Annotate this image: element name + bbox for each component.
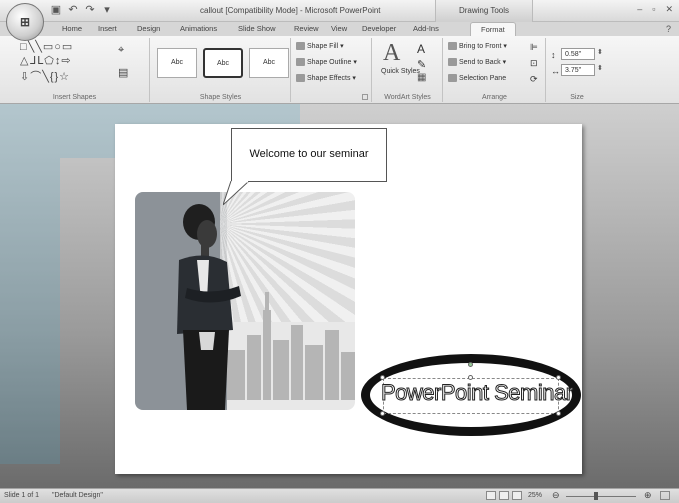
quick-styles-button[interactable]: Quick Styles	[381, 68, 420, 75]
shape-styles-launcher-icon[interactable]	[362, 94, 368, 100]
undo-icon[interactable]: ↶	[67, 4, 79, 16]
close-icon[interactable]: ✕	[665, 4, 673, 15]
align-icon[interactable]: ⊫	[530, 42, 538, 53]
slide-sorter-icon[interactable]	[499, 491, 509, 500]
design-name: "Default Design"	[52, 492, 103, 499]
height-spinner-icon[interactable]: ⬍	[597, 48, 603, 56]
size-label: Size	[570, 94, 584, 101]
shapes-row-3-icon[interactable]: ⇩⌒╲{}☆	[20, 68, 70, 84]
zoom-in-icon[interactable]: ⊕	[644, 490, 652, 501]
ribbon-tabs: Home Insert Design Animations Slide Show…	[0, 22, 679, 36]
slide-canvas[interactable]: Welcome to our seminar PowerPoint Semina…	[115, 124, 582, 474]
size-group: ↕ 0.58" ⬍ ↔ 3.75" ⬍ Size	[547, 38, 607, 102]
wordart-a-icon[interactable]: A	[383, 40, 400, 67]
tab-slide-show[interactable]: Slide Show	[238, 24, 276, 33]
zoom-slider[interactable]	[566, 496, 636, 497]
help-icon[interactable]: ?	[666, 24, 671, 34]
rotate-icon[interactable]: ⟳	[530, 74, 538, 85]
shapes-row-2-icon[interactable]: △ᒧᒪ⬠↕⇨	[20, 54, 72, 67]
window-controls: – ▫ ✕	[637, 4, 673, 15]
zoom-slider-thumb[interactable]	[594, 492, 598, 500]
shape-height-field[interactable]: 0.58"	[561, 48, 595, 60]
tab-format[interactable]: Format	[470, 22, 516, 36]
minimize-icon[interactable]: –	[637, 4, 642, 15]
bring-front-icon	[448, 42, 457, 51]
wordart-styles-label: WordArt Styles	[384, 94, 431, 101]
tab-design[interactable]: Design	[137, 24, 160, 33]
paint-bucket-icon	[296, 42, 305, 51]
shape-width-field[interactable]: 3.75"	[561, 64, 595, 76]
title-bar: ▣ ↶ ↷ ▾ callout [Compatibility Mode] - M…	[0, 0, 679, 22]
arrange-group: Bring to Front ▾ Send to Back ▾ Selectio…	[444, 38, 546, 102]
selection-pane-button[interactable]: Selection Pane	[448, 74, 506, 82]
clipart-picture[interactable]	[135, 192, 355, 410]
shape-styles-label: Shape Styles	[199, 94, 242, 101]
shape-style-1[interactable]: Abc	[157, 48, 197, 78]
effects-icon	[296, 74, 305, 83]
ribbon: □╲╲▭○▭ △ᒧᒪ⬠↕⇨ ⇩⌒╲{}☆ ⌖ ▤ Insert Shapes A…	[0, 36, 679, 104]
text-outline-icon[interactable]: ✎	[417, 58, 426, 71]
drawing-tools-label: Drawing Tools	[435, 0, 533, 22]
send-to-back-button[interactable]: Send to Back ▾	[448, 58, 506, 67]
slide-counter: Slide 1 of 1	[4, 492, 40, 499]
width-spinner-icon[interactable]: ⬍	[597, 64, 603, 72]
shape-style-2[interactable]: Abc	[203, 48, 243, 78]
tab-add-ins[interactable]: Add-Ins	[413, 24, 439, 33]
shapes-row-1-icon[interactable]: □╲╲▭○▭	[20, 40, 73, 53]
tab-insert[interactable]: Insert	[98, 24, 117, 33]
tab-view[interactable]: View	[331, 24, 347, 33]
bring-to-front-button[interactable]: Bring to Front ▾	[448, 42, 507, 51]
redo-icon[interactable]: ↷	[84, 4, 96, 16]
wordart-styles-group: A Quick Styles A ✎ ▦ WordArt Styles	[373, 38, 443, 102]
quick-access-toolbar: ▣ ↶ ↷ ▾	[50, 4, 113, 16]
rotate-handle[interactable]	[468, 362, 473, 367]
callout-tail	[223, 181, 250, 205]
tab-animations[interactable]: Animations	[180, 24, 217, 33]
tab-review[interactable]: Review	[294, 24, 319, 33]
fit-slide-icon[interactable]	[660, 491, 670, 500]
callout-text[interactable]: Welcome to our seminar	[232, 129, 386, 181]
slide-workspace: Welcome to our seminar PowerPoint Semina…	[0, 104, 679, 488]
resize-handle-sw[interactable]	[380, 411, 385, 416]
shape-fill-button[interactable]: Shape Fill ▾	[296, 42, 344, 51]
height-icon: ↕	[551, 50, 556, 60]
edit-shape-icon[interactable]: ⌖	[118, 44, 125, 57]
shape-styles-group: Abc Abc Abc Shape Styles	[151, 38, 291, 102]
office-logo-icon: ⊞	[19, 15, 31, 29]
save-icon[interactable]: ▣	[50, 4, 62, 16]
callout-shape[interactable]: Welcome to our seminar	[231, 128, 387, 182]
zoom-out-icon[interactable]: ⊖	[552, 490, 560, 501]
window-title: callout [Compatibility Mode] - Microsoft…	[200, 6, 381, 15]
group-icon[interactable]: ⊡	[530, 58, 538, 69]
zoom-level[interactable]: 25%	[528, 492, 542, 499]
shape-outline-button[interactable]: Shape Outline ▾	[296, 58, 357, 67]
normal-view-icon[interactable]	[486, 491, 496, 500]
tab-developer[interactable]: Developer	[362, 24, 396, 33]
maximize-icon[interactable]: ▫	[652, 4, 655, 15]
text-fill-icon[interactable]: A	[417, 42, 425, 56]
status-bar: Slide 1 of 1 "Default Design" 25% ⊖ ⊕	[0, 488, 679, 503]
view-buttons	[486, 491, 522, 500]
text-effects-icon[interactable]: ▦	[417, 72, 426, 83]
woman-illustration	[177, 204, 241, 410]
wordart-text[interactable]: PowerPoint Seminar	[381, 380, 574, 406]
arrange-label: Arrange	[482, 94, 507, 101]
tab-home[interactable]: Home	[62, 24, 82, 33]
office-button[interactable]: ⊞	[6, 3, 44, 41]
pen-icon	[296, 58, 305, 67]
selection-pane-icon	[448, 74, 457, 82]
insert-shapes-label: Insert Shapes	[52, 94, 97, 101]
width-icon: ↔	[551, 66, 560, 76]
resize-handle-se[interactable]	[556, 411, 561, 416]
wordart-shape[interactable]: PowerPoint Seminar	[361, 354, 581, 436]
customize-qat-icon[interactable]: ▾	[101, 4, 113, 16]
shape-effects-button[interactable]: Shape Effects ▾	[296, 74, 356, 83]
shape-style-3[interactable]: Abc	[249, 48, 289, 78]
shape-commands-group: Shape Fill ▾ Shape Outline ▾ Shape Effec…	[292, 38, 372, 102]
send-back-icon	[448, 58, 457, 67]
slide-show-icon[interactable]	[512, 491, 522, 500]
insert-shapes-group: □╲╲▭○▭ △ᒧᒪ⬠↕⇨ ⇩⌒╲{}☆ ⌖ ▤ Insert Shapes	[0, 38, 150, 102]
text-box-icon[interactable]: ▤	[118, 66, 129, 79]
